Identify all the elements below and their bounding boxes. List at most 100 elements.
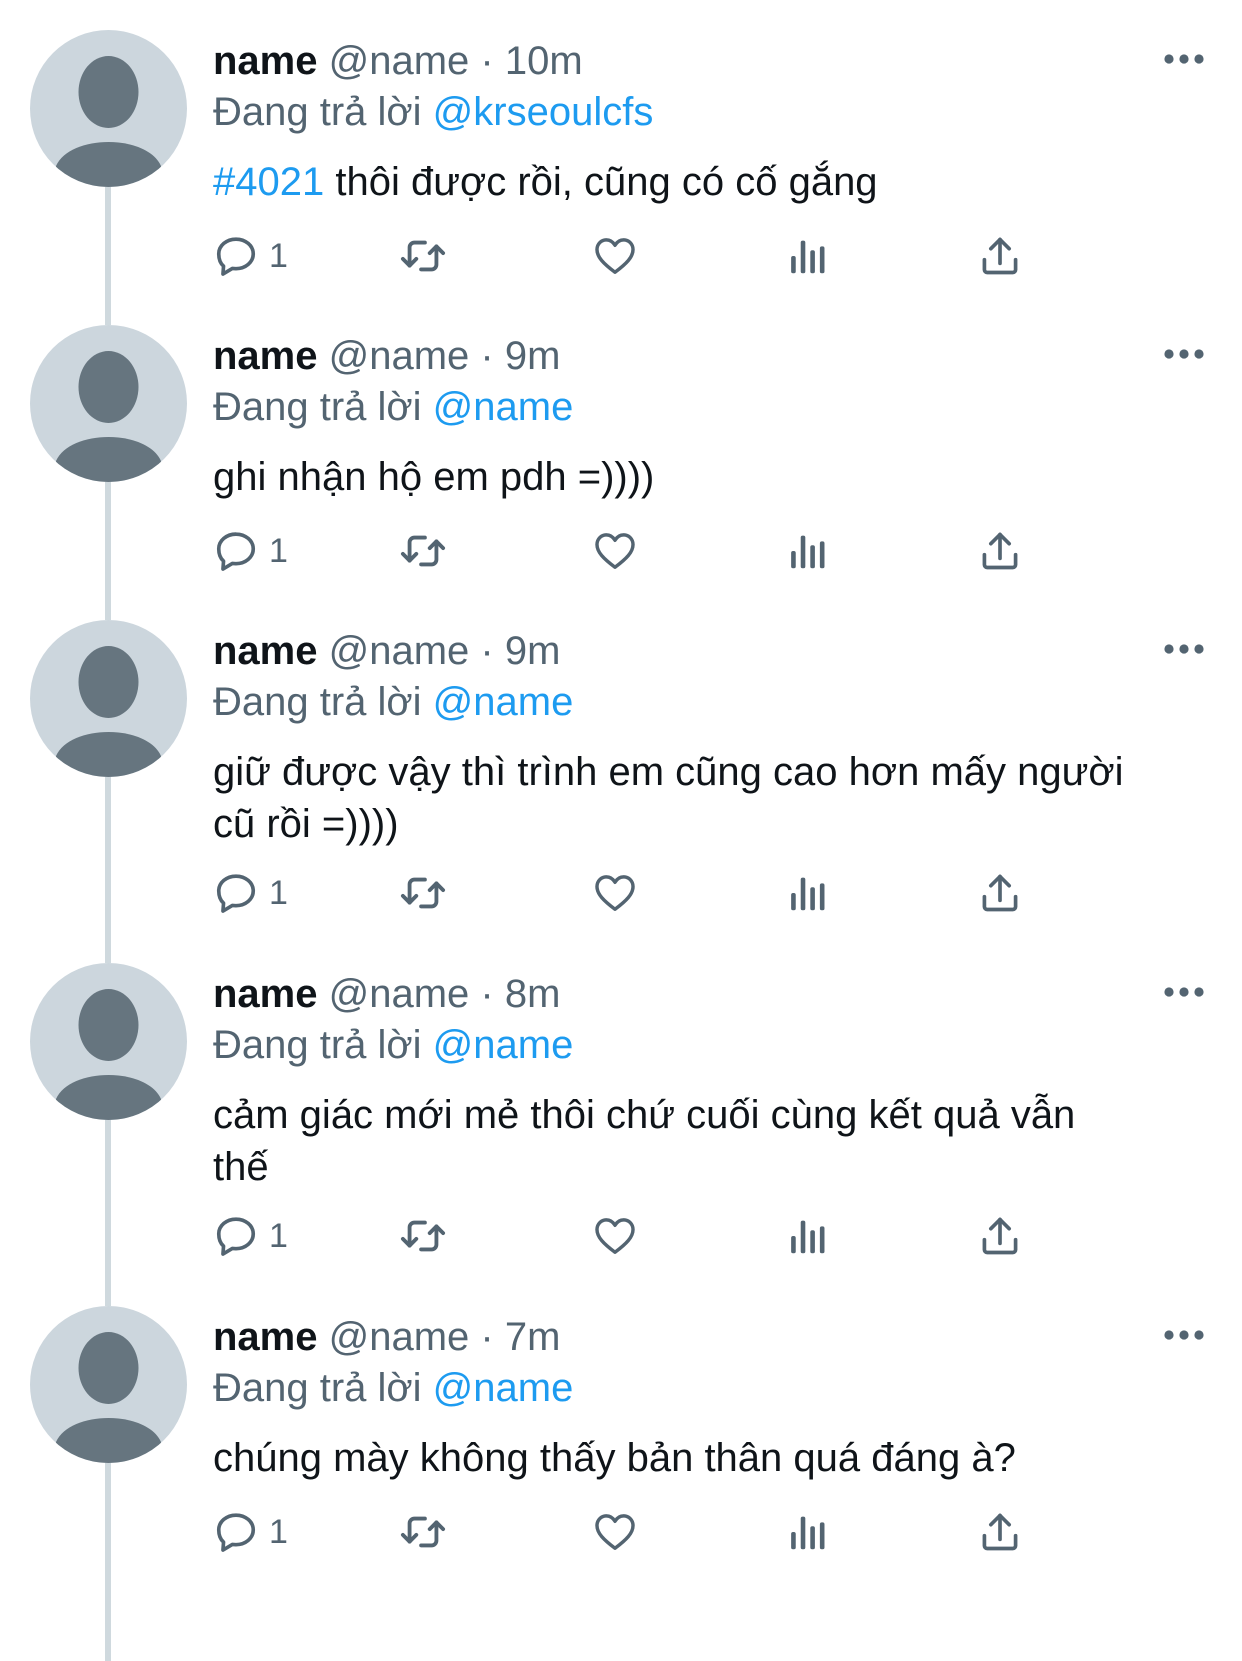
replying-to-label: Đang trả lời — [213, 385, 422, 429]
timestamp[interactable]: 9m — [505, 629, 561, 673]
reply-button[interactable]: 1 — [213, 865, 288, 921]
tweet-header: name @name · 7m — [213, 1312, 560, 1362]
view-analytics-button[interactable] — [788, 523, 828, 579]
share-button[interactable] — [978, 523, 1022, 579]
reply-button[interactable]: 1 — [213, 1504, 288, 1560]
username-handle[interactable]: @name — [329, 39, 470, 83]
reply-count: 1 — [269, 1513, 288, 1551]
replying-to-mention-link[interactable]: @name — [433, 1366, 574, 1410]
username-handle[interactable]: @name — [329, 1315, 470, 1359]
separator-dot: · — [480, 1315, 494, 1359]
like-button[interactable] — [591, 1504, 639, 1560]
view-analytics-button[interactable] — [788, 1208, 828, 1264]
analytics-bars-icon — [788, 870, 828, 916]
reply-count: 1 — [269, 532, 288, 570]
default-profile-avatar-icon[interactable] — [30, 963, 187, 1120]
heart-icon — [591, 1509, 639, 1555]
share-button[interactable] — [978, 228, 1022, 284]
replying-to-label: Đang trả lời — [213, 90, 422, 134]
retweet-button[interactable] — [398, 1504, 448, 1560]
username-handle[interactable]: @name — [329, 972, 470, 1016]
tweet-text-line: chúng mày không thấy bản thân quá đáng à… — [213, 1432, 1213, 1484]
retweet-icon — [398, 233, 448, 279]
tweet-text-line: #4021 thôi được rồi, cũng có cố gắng — [213, 156, 1213, 208]
tweet-text-line: ghi nhận hộ em pdh =)))) — [213, 451, 1213, 503]
tweet-3[interactable]: name @name · 9m Đang trả lời @name giữ đượ… — [0, 620, 1242, 913]
more-horizontal-icon[interactable] — [1160, 634, 1208, 664]
reply-button[interactable]: 1 — [213, 1208, 288, 1264]
default-profile-avatar-icon[interactable] — [30, 325, 187, 482]
replying-to-mention-link[interactable]: @name — [433, 1023, 574, 1067]
tweet-text-line: cũ rồi =)))) — [213, 798, 1213, 850]
like-button[interactable] — [591, 865, 639, 921]
analytics-bars-icon — [788, 1509, 828, 1555]
more-horizontal-icon[interactable] — [1160, 44, 1208, 74]
view-analytics-button[interactable] — [788, 228, 828, 284]
view-analytics-button[interactable] — [788, 865, 828, 921]
username-handle[interactable]: @name — [329, 334, 470, 378]
reply-count: 1 — [269, 874, 288, 912]
timestamp[interactable]: 9m — [505, 334, 561, 378]
replying-to-mention-link[interactable]: @name — [433, 680, 574, 724]
analytics-bars-icon — [788, 1213, 828, 1259]
default-profile-avatar-icon[interactable] — [30, 1306, 187, 1463]
replying-to-line: Đang trả lời @name — [213, 381, 573, 433]
separator-dot: · — [480, 629, 494, 673]
tweet-action-bar: 1 — [213, 228, 1133, 284]
replying-to-line: Đang trả lời @name — [213, 1019, 573, 1071]
more-horizontal-icon[interactable] — [1160, 977, 1208, 1007]
timestamp[interactable]: 10m — [505, 39, 583, 83]
replying-to-mention-link[interactable]: @name — [433, 385, 574, 429]
share-upload-icon — [978, 1509, 1022, 1555]
tweet-text: ghi nhận hộ em pdh =)))) — [213, 451, 1213, 503]
tweet-2[interactable]: name @name · 9m Đang trả lời @name ghi nhậ… — [0, 325, 1242, 585]
default-profile-avatar-icon[interactable] — [30, 30, 187, 187]
timestamp[interactable]: 8m — [505, 972, 561, 1016]
separator-dot: · — [480, 334, 494, 378]
like-button[interactable] — [591, 1208, 639, 1264]
tweet-header: name @name · 8m — [213, 969, 560, 1019]
display-name[interactable]: name — [213, 629, 318, 673]
reply-button[interactable]: 1 — [213, 523, 288, 579]
retweet-icon — [398, 1509, 448, 1555]
reply-bubble-icon — [213, 1213, 259, 1259]
tweet-header: name @name · 10m — [213, 36, 583, 86]
username-handle[interactable]: @name — [329, 629, 470, 673]
share-upload-icon — [978, 528, 1022, 574]
share-button[interactable] — [978, 1504, 1022, 1560]
tweet-text-line: thế — [213, 1141, 1213, 1193]
tweet-text: chúng mày không thấy bản thân quá đáng à… — [213, 1432, 1213, 1484]
tweet-header: name @name · 9m — [213, 331, 560, 381]
timestamp[interactable]: 7m — [505, 1315, 561, 1359]
view-analytics-button[interactable] — [788, 1504, 828, 1560]
tweet-text-content: giữ được vậy thì trình em cũng cao hơn m… — [213, 750, 1124, 794]
tweet-action-bar: 1 — [213, 865, 1133, 921]
heart-icon — [591, 233, 639, 279]
hashtag-link[interactable]: #4021 — [213, 160, 324, 204]
share-button[interactable] — [978, 1208, 1022, 1264]
more-horizontal-icon[interactable] — [1160, 339, 1208, 369]
replying-to-line: Đang trả lời @krseoulcfs — [213, 86, 653, 138]
more-horizontal-icon[interactable] — [1160, 1320, 1208, 1350]
retweet-icon — [398, 870, 448, 916]
share-upload-icon — [978, 233, 1022, 279]
heart-icon — [591, 1213, 639, 1259]
retweet-button[interactable] — [398, 523, 448, 579]
display-name[interactable]: name — [213, 334, 318, 378]
retweet-button[interactable] — [398, 865, 448, 921]
display-name[interactable]: name — [213, 39, 318, 83]
analytics-bars-icon — [788, 528, 828, 574]
tweet-5[interactable]: name @name · 7m Đang trả lời @name chúng m… — [0, 1306, 1242, 1566]
tweet-1[interactable]: name @name · 10m Đang trả lời @krseoulcfs… — [0, 30, 1242, 290]
reply-button[interactable]: 1 — [213, 228, 288, 284]
default-profile-avatar-icon[interactable] — [30, 620, 187, 777]
replying-to-mention-link[interactable]: @krseoulcfs — [433, 90, 654, 134]
retweet-button[interactable] — [398, 228, 448, 284]
like-button[interactable] — [591, 228, 639, 284]
tweet-4[interactable]: name @name · 8m Đang trả lời @name cảm giá… — [0, 963, 1242, 1256]
display-name[interactable]: name — [213, 1315, 318, 1359]
display-name[interactable]: name — [213, 972, 318, 1016]
retweet-button[interactable] — [398, 1208, 448, 1264]
share-button[interactable] — [978, 865, 1022, 921]
like-button[interactable] — [591, 523, 639, 579]
